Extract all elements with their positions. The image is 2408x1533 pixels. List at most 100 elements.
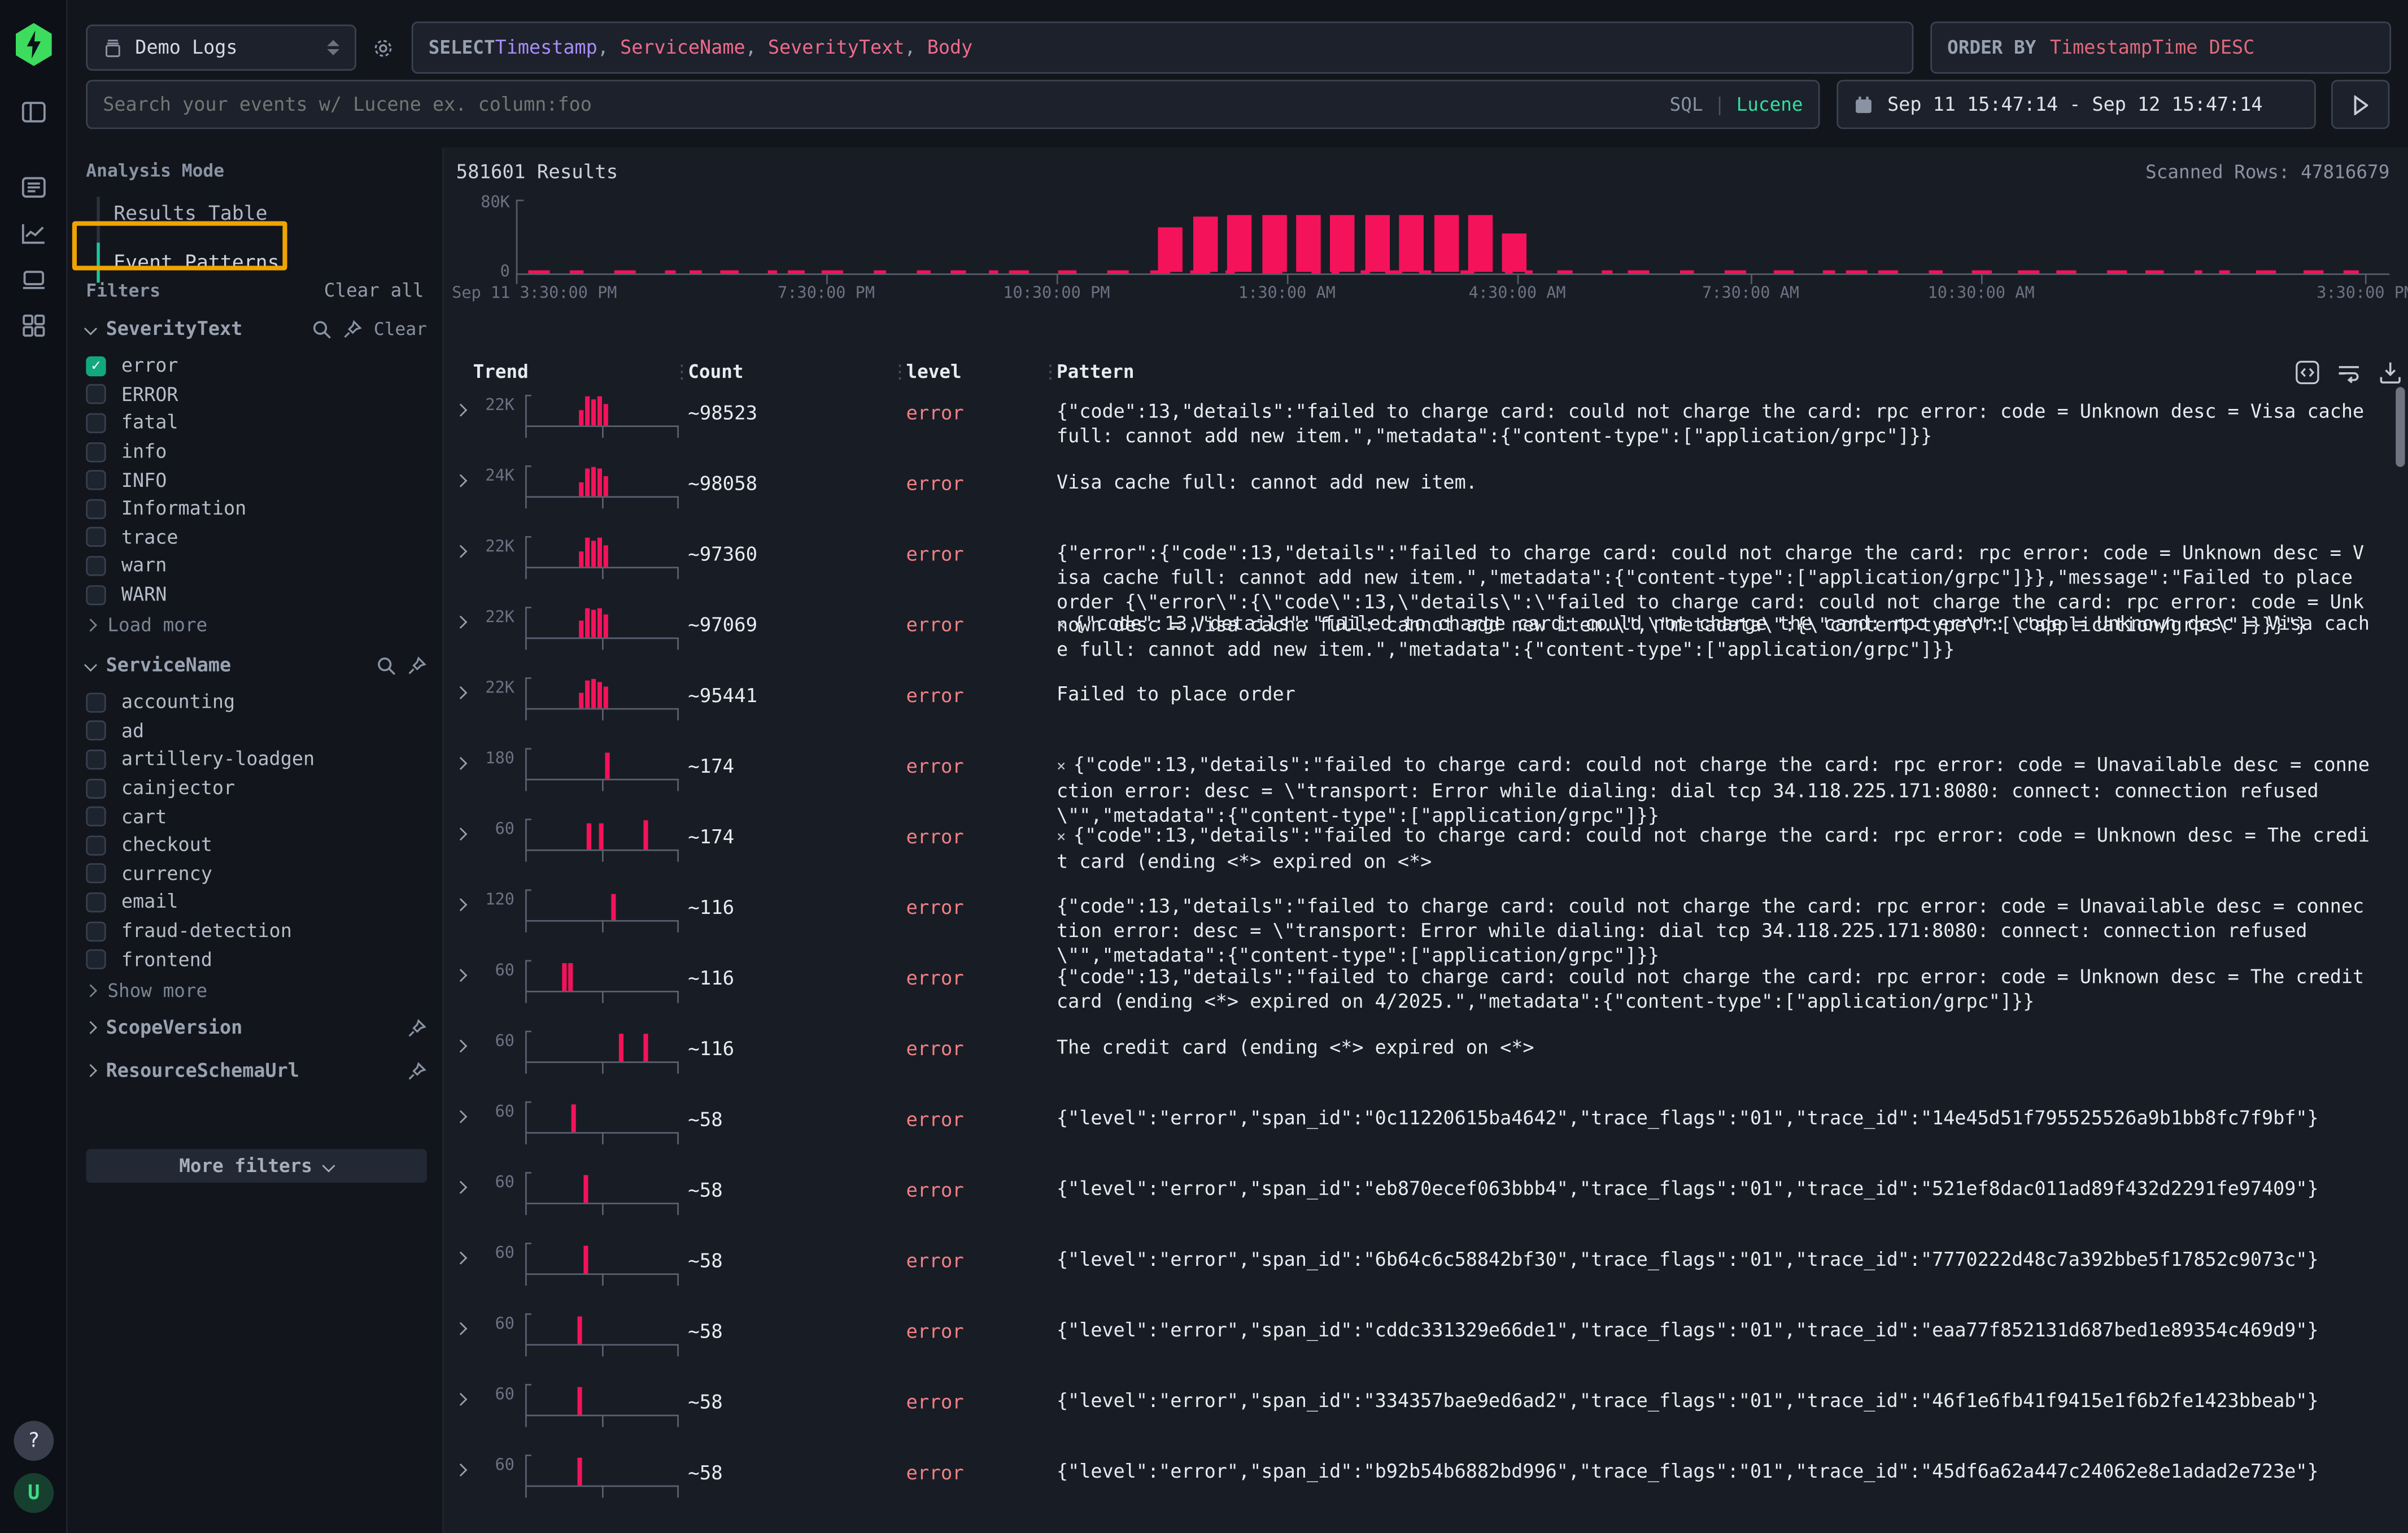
severity-option-ERROR[interactable]: ERROR <box>86 380 430 409</box>
lang-toggle-lucene[interactable]: Lucene <box>1737 94 1803 115</box>
severity-option-warn[interactable]: warn <box>86 552 430 581</box>
search-input[interactable] <box>103 94 1669 115</box>
severity-option-Information[interactable]: Information <box>86 495 430 524</box>
user-avatar[interactable]: U <box>14 1473 54 1513</box>
sql-select-editor[interactable]: SELECT Timestamp, ServiceName, SeverityT… <box>412 21 1914 73</box>
code-view-icon[interactable] <box>2294 359 2320 385</box>
severity-option-info[interactable]: info <box>86 437 430 466</box>
search-icon[interactable] <box>312 319 332 338</box>
checkbox[interactable] <box>86 835 106 855</box>
mode-results-table[interactable]: Results Table <box>86 197 424 232</box>
pattern-text[interactable]: Visa cache full: cannot add new item. <box>1057 472 2371 496</box>
histogram-bar[interactable] <box>1159 228 1184 272</box>
download-icon[interactable] <box>2378 359 2403 385</box>
pattern-row[interactable]: 60~58error{"level":"error","span_id":"6b… <box>444 1240 2397 1310</box>
pattern-text[interactable]: The credit card (ending <*> expired on <… <box>1057 1037 2371 1061</box>
histogram-bar[interactable] <box>1296 215 1321 272</box>
services-grid-icon[interactable] <box>20 312 47 339</box>
service-option-fraud-detection[interactable]: fraud-detection <box>86 917 430 946</box>
pattern-row[interactable]: 60~58error{"level":"error","span_id":"33… <box>444 1381 2397 1452</box>
histogram-bar[interactable] <box>1468 216 1493 272</box>
wrap-lines-icon[interactable] <box>2336 359 2362 385</box>
pattern-row[interactable]: 22K~97069error×{"code":13,"details":"fai… <box>444 604 2397 674</box>
severity-option-trace[interactable]: trace <box>86 523 430 552</box>
pattern-text[interactable]: {"code":13,"details":"failed to charge c… <box>1057 966 2371 1014</box>
checkbox-checked[interactable]: ✓ <box>86 356 106 376</box>
service-option-ad[interactable]: ad <box>86 717 430 746</box>
pattern-row[interactable]: 22K~97360error{"error":{"code":13,"detai… <box>444 533 2397 604</box>
col-header-pattern[interactable]: Pattern <box>1057 361 1135 382</box>
col-header-count[interactable]: Count <box>688 361 743 382</box>
col-resize-handle[interactable]: ⋮ <box>1041 361 1060 382</box>
checkbox[interactable] <box>86 750 106 769</box>
checkbox[interactable] <box>86 693 106 712</box>
severity-option-fatal[interactable]: fatal <box>86 409 430 438</box>
service-show-more[interactable]: Show more <box>86 977 207 1005</box>
service-option-accounting[interactable]: accounting <box>86 688 430 717</box>
more-filters-button[interactable]: More filters <box>86 1149 427 1183</box>
pin-icon[interactable] <box>343 319 363 338</box>
service-option-cart[interactable]: cart <box>86 803 430 831</box>
pattern-text[interactable]: {"level":"error","span_id":"b92b54b6882b… <box>1057 1461 2371 1485</box>
severity-option-INFO[interactable]: INFO <box>86 466 430 495</box>
histogram-bar[interactable] <box>1227 216 1252 272</box>
checkbox[interactable] <box>86 556 106 576</box>
histogram-bar[interactable] <box>1399 216 1424 272</box>
pattern-row[interactable]: 120~116error{"code":13,"details":"failed… <box>444 886 2397 957</box>
service-option-currency[interactable]: currency <box>86 860 430 889</box>
gear-icon[interactable] <box>372 37 395 60</box>
pattern-row[interactable]: 180~174error×{"code":13,"details":"faile… <box>444 745 2397 816</box>
col-resize-handle[interactable]: ⋮ <box>891 361 909 382</box>
pattern-text[interactable]: {"level":"error","span_id":"eb870ecef063… <box>1057 1178 2371 1203</box>
order-by-editor[interactable]: ORDER BY TimestampTime DESC <box>1930 21 2391 73</box>
source-select[interactable]: Demo Logs <box>86 25 356 71</box>
severity-load-more[interactable]: Load more <box>86 611 207 639</box>
severity-section-header[interactable]: SeverityText Clear <box>86 318 427 339</box>
pattern-row[interactable]: 24K~98058errorVisa cache full: cannot ad… <box>444 463 2397 533</box>
pattern-row[interactable]: 60~174error×{"code":13,"details":"failed… <box>444 816 2397 886</box>
histogram-bar[interactable] <box>1434 215 1459 272</box>
service-option-checkout[interactable]: checkout <box>86 831 430 860</box>
pattern-text[interactable]: ×{"code":13,"details":"failed to charge … <box>1057 613 2371 663</box>
lang-toggle-sql[interactable]: SQL <box>1670 94 1703 115</box>
pattern-row[interactable]: 60~58error{"level":"error","span_id":"cd… <box>444 1310 2397 1381</box>
scrollbar-thumb[interactable] <box>2396 387 2405 467</box>
pattern-row[interactable]: 60~116errorThe credit card (ending <*> e… <box>444 1027 2397 1098</box>
pattern-text[interactable]: {"level":"error","span_id":"334357bae9ed… <box>1057 1390 2371 1414</box>
service-section-header[interactable]: ServiceName <box>86 654 427 676</box>
checkbox[interactable] <box>86 385 106 404</box>
run-query-button[interactable] <box>2331 80 2389 129</box>
severity-option-error[interactable]: ✓error <box>86 352 430 381</box>
checkbox[interactable] <box>86 778 106 798</box>
pattern-row[interactable]: 22K~95441errorFailed to place order <box>444 674 2397 745</box>
results-histogram[interactable]: 80K 0 Sep 11 3:30:00 PM7:30:00 PM10:30:0… <box>516 200 2390 274</box>
service-option-frontend[interactable]: frontend <box>86 945 430 974</box>
checkbox[interactable] <box>86 950 106 969</box>
scopeversion-section-header[interactable]: ScopeVersion <box>86 1017 427 1038</box>
checkbox[interactable] <box>86 721 106 741</box>
resourceschemaurl-section-header[interactable]: ResourceSchemaUrl <box>86 1060 427 1081</box>
pattern-row[interactable]: 60~116error{"code":13,"details":"failed … <box>444 957 2397 1027</box>
pattern-row[interactable]: 60~58error{"level":"error","span_id":"eb… <box>444 1169 2397 1239</box>
checkbox[interactable] <box>86 528 106 547</box>
severity-option-WARN[interactable]: WARN <box>86 580 430 609</box>
checkbox[interactable] <box>86 585 106 604</box>
pin-icon[interactable] <box>407 1018 427 1038</box>
pattern-text[interactable]: Failed to place order <box>1057 683 2371 708</box>
app-logo-icon[interactable] <box>14 23 54 66</box>
pattern-text[interactable]: {"code":13,"details":"failed to charge c… <box>1057 401 2371 450</box>
service-option-cainjector[interactable]: cainjector <box>86 774 430 803</box>
help-button[interactable]: ? <box>14 1421 54 1461</box>
service-option-artillery-loadgen[interactable]: artillery-loadgen <box>86 745 430 774</box>
mode-event-patterns[interactable]: Event Patterns <box>86 246 424 281</box>
histogram-bar[interactable] <box>1193 216 1218 272</box>
pattern-row[interactable]: 60~58error{"level":"error","span_id":"0c… <box>444 1098 2397 1169</box>
checkbox[interactable] <box>86 892 106 912</box>
checkbox[interactable] <box>86 442 106 461</box>
checkbox[interactable] <box>86 864 106 883</box>
chart-explorer-icon[interactable] <box>20 220 47 247</box>
checkbox[interactable] <box>86 921 106 940</box>
search-logs-icon[interactable] <box>20 173 47 201</box>
col-header-trend[interactable]: Trend <box>473 361 529 382</box>
service-option-email[interactable]: email <box>86 888 430 917</box>
